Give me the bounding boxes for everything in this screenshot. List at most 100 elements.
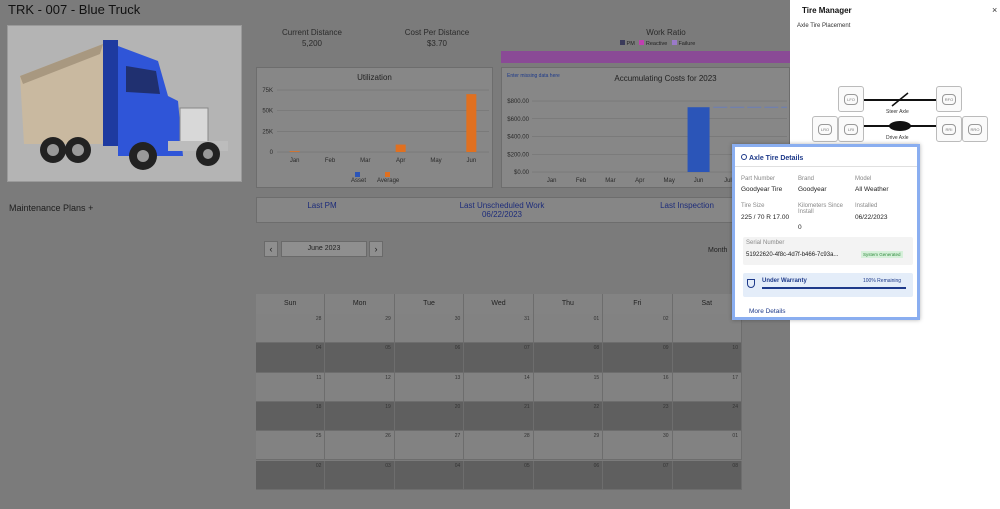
steer-axle-label: Steer Axle	[886, 109, 909, 115]
last-unscheduled-work: Last Unscheduled Work 06/22/2023	[447, 201, 557, 219]
calendar-day-cell[interactable]: 04	[256, 343, 326, 373]
axle-diagram	[864, 92, 936, 131]
tire-rri-label: RRI	[942, 124, 956, 135]
calendar-day-cell[interactable]: 19	[325, 401, 395, 432]
legend-failure: Failure	[678, 41, 696, 47]
calendar-day-cell[interactable]: 14	[464, 372, 534, 402]
current-distance-value: 5,200	[301, 39, 323, 48]
calendar-day-cell[interactable]: 01	[533, 314, 604, 344]
tire-size-value: 225 / 70 R 17.00	[741, 214, 790, 221]
util-x-tick: Apr	[396, 158, 405, 164]
calendar-day-cell[interactable]: 24	[672, 401, 742, 432]
calendar-day-cell[interactable]: 04	[394, 460, 465, 490]
current-distance: Current Distance 5,200	[272, 28, 352, 48]
calendar-day-cell[interactable]: 03	[325, 460, 395, 490]
view-selector[interactable]: Month	[708, 247, 727, 254]
next-month-button[interactable]: ›	[369, 241, 383, 257]
tire-lfo[interactable]: LFO	[838, 86, 864, 112]
info-icon	[741, 154, 747, 160]
popup-divider	[735, 166, 917, 167]
legend-pm: PM	[626, 41, 635, 47]
tire-lro[interactable]: LRO	[812, 116, 838, 142]
util-bar-average	[466, 94, 477, 152]
calendar-day-cell[interactable]: 07	[603, 460, 673, 490]
calendar-day-cell[interactable]: 10	[672, 343, 742, 373]
calendar-day-cell[interactable]: 29	[325, 314, 395, 344]
util-x-tick: May	[430, 158, 441, 164]
popup-title: Axle Tire Details	[748, 155, 804, 162]
serial-label: Serial Number	[746, 240, 785, 246]
warranty-remaining: 100% Remaining	[863, 278, 902, 284]
calendar-day-cell[interactable]: 17	[672, 372, 742, 402]
calendar-day-cell[interactable]: 09	[603, 343, 673, 373]
work-ratio-label: Work Ratio	[646, 28, 686, 37]
calendar-day-cell[interactable]: 15	[533, 372, 604, 402]
calendar-day-header: Mon	[325, 294, 395, 314]
cost-per-distance-label: Cost Per Distance	[404, 28, 470, 37]
calendar-day-cell[interactable]: 30	[603, 431, 673, 461]
legend-swatch-reactive	[639, 40, 645, 45]
calendar-day-cell[interactable]: 05	[464, 460, 534, 490]
legend-reactive: Reactive	[645, 41, 668, 47]
cost-y-tick: $800.00	[507, 99, 529, 105]
installed-label: Installed	[855, 203, 878, 209]
util-bar-average	[395, 144, 406, 152]
calendar-day-cell[interactable]: 25	[256, 431, 326, 461]
close-icon[interactable]: ×	[992, 5, 997, 15]
calendar-day-cell[interactable]: 02	[603, 314, 673, 344]
calendar-day-cell[interactable]: 28	[464, 431, 534, 461]
calendar-day-cell[interactable]: 22	[533, 401, 604, 432]
month-selector[interactable]: June 2023	[281, 241, 367, 257]
calendar-day-cell[interactable]: 05	[325, 343, 395, 373]
prev-month-button[interactable]: ‹	[264, 241, 278, 257]
work-ratio-legend: PM Reactive Failure	[620, 40, 695, 47]
tire-lri[interactable]: LRI	[838, 116, 864, 142]
calendar-day-cell[interactable]: 06	[533, 460, 604, 490]
calendar-day-cell[interactable]: 18	[256, 401, 326, 432]
last-pm-label: Last PM	[307, 201, 337, 210]
current-distance-label: Current Distance	[281, 28, 343, 37]
calendar-day-cell[interactable]: 29	[533, 431, 604, 461]
calendar-day-cell[interactable]: 31	[464, 314, 534, 344]
calendar-day-cell[interactable]: 11	[256, 372, 326, 402]
tire-rfo[interactable]: RFO	[936, 86, 962, 112]
util-y-tick: 0	[270, 150, 274, 156]
warranty-label: Under Warranty	[762, 278, 807, 284]
missing-data-link[interactable]: Enter missing data here	[507, 73, 560, 79]
util-x-tick: Feb	[325, 158, 336, 164]
cost-x-tick: Apr	[635, 178, 644, 184]
cost-x-tick: Mar	[605, 178, 615, 184]
brand-label: Brand	[798, 176, 815, 182]
calendar-day-cell[interactable]: 13	[394, 372, 465, 402]
calendar-day-cell[interactable]: 01	[672, 431, 742, 461]
calendar-day-cell[interactable]: 08	[533, 343, 604, 373]
calendar-day-cell[interactable]: 26	[325, 431, 395, 461]
calendar-day-cell[interactable]: 21	[464, 401, 534, 432]
calendar-day-cell[interactable]: 02	[256, 460, 326, 490]
tire-rri[interactable]: RRI	[936, 116, 962, 142]
util-y-tick: 50K	[262, 109, 273, 115]
calendar-day-header: Wed	[464, 294, 534, 314]
calendar-day-cell[interactable]: 12	[325, 372, 395, 402]
calendar-day-cell[interactable]: 28	[256, 314, 326, 344]
calendar-day-cell[interactable]: 07	[464, 343, 534, 373]
part-number-label: Part Number	[741, 176, 776, 182]
utilization-title: Utilization	[357, 73, 392, 82]
calendar-day-cell[interactable]: 06	[394, 343, 465, 373]
calendar-day-cell[interactable]: 08	[672, 460, 742, 490]
calendar-day-cell[interactable]: 23	[603, 401, 673, 432]
util-y-tick: 75K	[262, 88, 273, 94]
add-icon[interactable]: +	[88, 203, 93, 213]
tire-manager-title: Tire Manager	[802, 6, 852, 15]
maintenance-plans[interactable]: Maintenance Plans +	[9, 203, 93, 213]
more-details-link[interactable]: More Details	[749, 308, 785, 315]
calendar-day-cell[interactable]: 16	[603, 372, 673, 402]
tire-rro[interactable]: RRO	[962, 116, 988, 142]
utilization-svg: 75K 50K 25K 0 Jan Feb Mar Apr May Jun Asset Avera…	[262, 88, 489, 184]
km-label: Kilometers Since Install	[798, 203, 844, 215]
calendar-day-cell[interactable]: 30	[394, 314, 465, 344]
calendar-day-cell[interactable]: 20	[394, 401, 465, 432]
calendar-day-cell[interactable]: 27	[394, 431, 465, 461]
calendar-grid: SunMonTueWedThuFriSat2829303101020304050…	[256, 294, 742, 490]
maintenance-plans-label: Maintenance Plans	[9, 203, 86, 213]
